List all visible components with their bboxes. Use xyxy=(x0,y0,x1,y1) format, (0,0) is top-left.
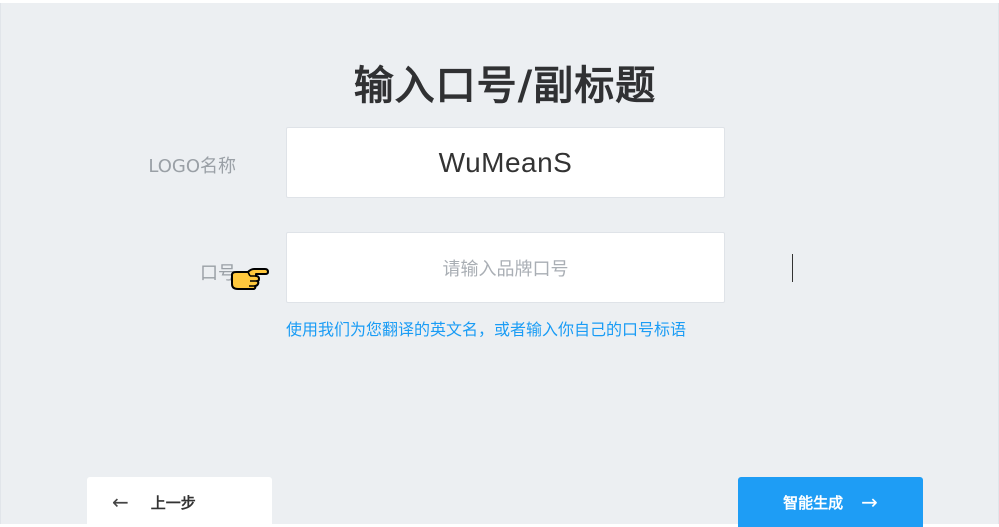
arrow-right-icon: → xyxy=(861,490,878,514)
slogan-input[interactable]: 请输入品牌口号 xyxy=(286,232,793,303)
slogan-label: 口号 xyxy=(200,263,236,284)
generate-label: 智能生成 xyxy=(783,493,844,512)
logo-name-field[interactable]: WuMeanS xyxy=(286,127,725,198)
generate-button[interactable]: 智能生成 → xyxy=(738,477,923,527)
slogan-hint: 使用我们为您翻译的英文名，或者输入你自己的口号标语 xyxy=(286,320,687,339)
arrow-left-icon: ← xyxy=(112,490,129,514)
logo-name-value: WuMeanS xyxy=(438,146,573,178)
previous-step-label: 上一步 xyxy=(150,493,196,512)
slogan-placeholder: 请输入品牌口号 xyxy=(442,258,569,280)
text-caret xyxy=(792,254,793,282)
generator-step-panel: 输入口号/副标题 LOGO名称 WuMeanS 口号 请输入品牌口号 使用我们为… xyxy=(0,3,999,527)
pointing-hand-icon xyxy=(231,268,269,290)
logo-name-label: LOGO名称 xyxy=(148,156,236,177)
page-title: 输入口号/副标题 xyxy=(353,63,657,109)
previous-step-button[interactable]: ← 上一步 xyxy=(87,477,272,527)
